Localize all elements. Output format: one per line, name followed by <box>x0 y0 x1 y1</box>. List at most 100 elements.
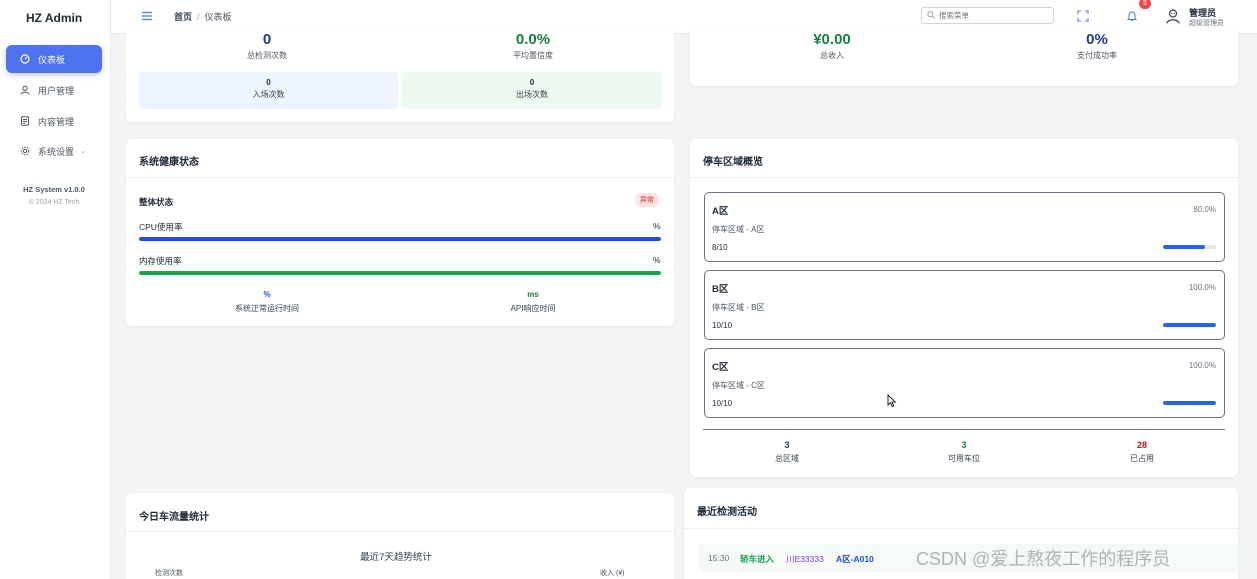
watermark: CSDN @爱上熬夜工作的程序员 <box>916 549 1171 569</box>
breadcrumb-current: 仪表板 <box>204 12 232 22</box>
zone-name: C区 <box>712 362 729 373</box>
zone-occupancy-fill <box>1163 245 1206 249</box>
summary-divider <box>703 429 1225 430</box>
payment-rate-label: 支付成功率 <box>1077 51 1117 60</box>
left-axis-label: 检测次数 <box>155 570 183 577</box>
recent-activity-title: 最近检测活动 <box>697 507 757 518</box>
sidebar-item-content[interactable]: 内容管理 <box>6 107 102 135</box>
zone-name: A区 <box>712 206 729 217</box>
activity-plate: 川E33333 <box>786 554 824 564</box>
sidebar-item-label: 仪表板 <box>38 54 66 65</box>
entry-count-value: 0 <box>266 78 271 87</box>
breadcrumb: 首页 / 仪表板 <box>174 10 232 23</box>
activity-time: 15:30 <box>708 553 730 563</box>
zone-name: B区 <box>712 284 729 295</box>
version-text: HZ System v1.0.0 <box>23 185 85 194</box>
traffic-stats-title: 今日车流量统计 <box>139 512 209 523</box>
sidebar-item-label: 系统设置 <box>38 146 75 157</box>
avatar[interactable] <box>1165 8 1181 24</box>
exit-count-label: 出场次数 <box>516 90 548 99</box>
avg-confidence-label: 平均置信度 <box>513 51 553 60</box>
system-health-title: 系统健康状态 <box>139 157 199 168</box>
system-info: HZ System v1.0.0 © 2024 HZ Tech <box>0 183 108 209</box>
mouse-cursor-icon <box>887 393 897 410</box>
breadcrumb-home[interactable]: 首页 <box>174 12 192 22</box>
zone-occupancy-bar <box>1163 245 1216 249</box>
total-detections-label: 总检测次数 <box>247 51 287 60</box>
total-zones-value: 3 <box>784 440 790 450</box>
cpu-usage-label: CPU使用率 <box>139 222 183 232</box>
activity-zone: A区-A010 <box>836 554 874 564</box>
zone-percent: 100.0% <box>1188 361 1216 370</box>
search-input[interactable] <box>939 11 1039 20</box>
zone-count: 10/10 <box>712 321 733 330</box>
overall-status-label: 整体状态 <box>139 197 174 207</box>
sidebar-item-dashboard[interactable]: 仪表板 <box>6 45 102 73</box>
breadcrumb-separator: / <box>197 12 200 22</box>
zone-description: 停车区域 - A区 <box>712 225 765 234</box>
zone-occupancy-fill <box>1163 323 1216 327</box>
cpu-usage-bar <box>139 237 661 241</box>
user-icon <box>20 85 30 95</box>
sidebar-item-label: 内容管理 <box>38 116 75 127</box>
menu-toggle-icon[interactable] <box>141 10 153 22</box>
total-detections-value: 0 <box>262 31 272 48</box>
trend-chart-title: 最近7天趋势统计 <box>360 552 432 563</box>
uptime-value: % <box>263 290 271 299</box>
available-spots-value: 3 <box>961 440 967 450</box>
zone-description: 停车区域 - C区 <box>712 381 765 390</box>
parking-zones-title: 停车区域概览 <box>703 157 763 168</box>
available-spots-label: 可用车位 <box>948 454 980 463</box>
system-health-card: 系统健康状态 <box>126 139 674 326</box>
api-response-label: API响应时间 <box>510 304 556 313</box>
traffic-stats-card: 今日车流量统计 <box>126 493 674 579</box>
total-zones-label: 总区域 <box>775 454 799 463</box>
memory-usage-label: 内存使用率 <box>139 256 182 266</box>
revenue-stats-card <box>690 28 1238 86</box>
zone-occupancy-bar <box>1163 401 1216 405</box>
memory-usage-fill <box>139 271 661 275</box>
cpu-usage-fill <box>139 237 661 241</box>
sidebar: HZ Admin 仪表板 用户管理 内容管理 系统设置 ⌄ HZ System … <box>0 0 111 579</box>
fullscreen-icon[interactable] <box>1077 10 1089 22</box>
zone-occupancy-fill <box>1163 401 1216 405</box>
exit-count-box: 0 出场次数 <box>402 72 662 109</box>
search-box[interactable] <box>921 7 1054 24</box>
zone-count: 10/10 <box>712 399 733 408</box>
sidebar-item-label: 用户管理 <box>38 85 75 96</box>
occupied-spots-label: 已占用 <box>1130 454 1154 463</box>
exit-count-value: 0 <box>529 78 535 87</box>
memory-usage-bar <box>139 271 661 275</box>
cpu-usage-value: % <box>653 221 661 231</box>
entry-count-box: 0 入场次数 <box>139 72 398 109</box>
total-income-label: 总收入 <box>820 51 844 60</box>
uptime-label: 系统正常运行时间 <box>235 304 299 313</box>
right-axis-label: 收入 (¥) <box>600 570 625 577</box>
sidebar-item-users[interactable]: 用户管理 <box>6 76 102 104</box>
parking-zone-b[interactable]: B区 100.0% 停车区域 - B区 10/10 <box>704 270 1225 340</box>
zone-percent: 100.0% <box>1188 283 1216 292</box>
activity-event: 轿车进入 <box>740 554 775 564</box>
avg-confidence-value: 0.0% <box>515 31 551 48</box>
search-icon <box>927 10 935 21</box>
entry-count-label: 入场次数 <box>252 90 285 99</box>
memory-usage-value: % <box>653 255 661 265</box>
gear-icon <box>20 146 30 156</box>
document-icon <box>20 116 30 126</box>
zone-count: 8/10 <box>712 243 728 252</box>
sidebar-item-settings[interactable]: 系统设置 ⌄ <box>6 137 102 165</box>
occupied-spots-value: 28 <box>1136 440 1147 450</box>
zone-occupancy-bar <box>1163 323 1216 327</box>
app-logo: HZ Admin <box>26 11 83 25</box>
user-role: 超级管理员 <box>1189 20 1224 27</box>
payment-rate-value: 0% <box>1086 31 1108 48</box>
zone-description: 停车区域 - B区 <box>712 303 765 312</box>
dashboard-icon <box>20 54 30 64</box>
zone-percent: 80.0% <box>1193 205 1216 214</box>
bell-icon[interactable] <box>1126 10 1138 22</box>
chevron-down-icon: ⌄ <box>80 148 86 155</box>
parking-zone-a[interactable]: A区 80.0% 停车区域 - A区 8/10 <box>704 192 1225 262</box>
copyright-text: © 2024 HZ Tech <box>28 199 80 206</box>
total-income-value: ¥0.00 <box>813 31 851 48</box>
parking-zone-c[interactable]: C区 100.0% 停车区域 - C区 10/10 <box>704 348 1225 418</box>
